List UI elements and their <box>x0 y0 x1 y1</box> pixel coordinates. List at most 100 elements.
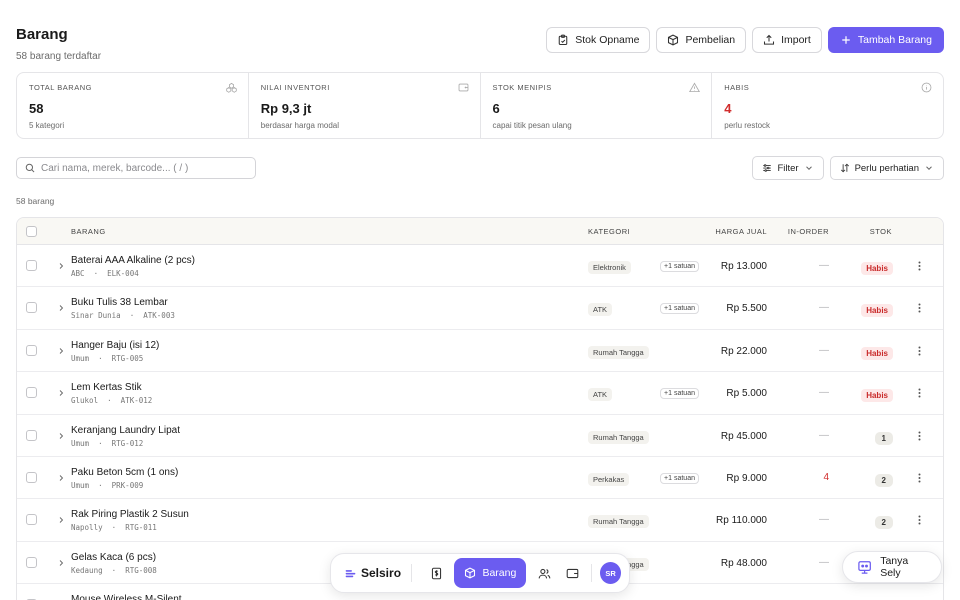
row-checkbox[interactable] <box>26 429 37 441</box>
row-checkbox[interactable] <box>26 556 37 568</box>
import-label: Import <box>781 34 811 46</box>
more-options-icon[interactable] <box>918 473 921 483</box>
more-options-icon[interactable] <box>918 303 921 313</box>
sort-dropdown[interactable]: Perlu perhatian <box>829 156 944 180</box>
stats-panel: TOTAL BARANG 58 5 kategori NILAI INVENTO… <box>16 72 944 139</box>
chat-bot-icon <box>858 561 871 574</box>
table-header: BARANG KATEGORI HARGA JUAL IN-ORDER STOK <box>17 218 943 245</box>
table-row[interactable]: Lem Kertas Stik Glukol · ATK-012 ATK +1 sat… <box>17 372 943 415</box>
more-options-icon[interactable] <box>918 388 921 398</box>
more-options-icon[interactable] <box>918 515 921 525</box>
item-meta: Glukol · ATK-012 <box>71 396 153 406</box>
item-price: Rp 48.000 <box>720 557 767 569</box>
select-all-checkbox[interactable] <box>26 226 37 237</box>
item-price: Rp 110.000 <box>716 515 767 527</box>
row-checkbox[interactable] <box>26 514 37 526</box>
filter-label: Filter <box>777 162 799 174</box>
item-name[interactable]: Gelas Kaca (6 pcs) <box>71 552 156 563</box>
item-in-order: — <box>819 514 829 526</box>
item-price: Rp 5.500 <box>726 303 767 315</box>
chevron-right-icon[interactable] <box>57 304 65 312</box>
page-subtitle: 58 barang terdaftar <box>16 51 102 62</box>
wallet-icon <box>458 83 468 92</box>
item-in-order: — <box>819 302 829 314</box>
tambah-barang-button[interactable]: Tambah Barang <box>827 27 944 53</box>
table-row[interactable]: Keranjang Laundry Lipat Umum · RTG-012 Rum… <box>17 415 943 457</box>
category-badge: ATK <box>588 303 613 317</box>
item-name[interactable]: Mouse Wireless M-Silent <box>71 594 182 600</box>
item-name[interactable]: Baterai AAA Alkaline (2 pcs) <box>71 255 195 266</box>
stok-opname-label: Stok Opname <box>575 34 640 46</box>
import-button[interactable]: Import <box>752 27 822 53</box>
item-name[interactable]: Buku Tulis 38 Lembar <box>71 297 168 308</box>
table-row[interactable]: Buku Tulis 38 Lembar Sinar Dunia · ATK-00… <box>17 287 943 330</box>
table-row[interactable]: Paku Beton 5cm (1 ons) Umum · PRK-009 Perk… <box>17 457 943 500</box>
chevron-down-icon <box>926 166 932 170</box>
alert-triangle-icon <box>689 82 701 93</box>
chevron-right-icon[interactable] <box>57 262 65 270</box>
row-checkbox[interactable] <box>26 260 37 271</box>
chevron-right-icon[interactable] <box>57 516 65 524</box>
header-in-order[interactable]: IN-ORDER <box>788 227 829 236</box>
header-barang[interactable]: BARANG <box>71 227 106 236</box>
stat-sub: perlu restock <box>724 121 771 130</box>
nav-customers[interactable] <box>530 558 558 588</box>
item-in-order: — <box>819 387 829 399</box>
row-checkbox[interactable] <box>26 387 37 399</box>
chevron-right-icon[interactable] <box>57 389 65 397</box>
item-name[interactable]: Keranjang Laundry Lipat <box>71 425 180 436</box>
filter-bar: Filter Perlu perhatian <box>752 156 944 180</box>
category-badge: Elektronik <box>588 261 631 274</box>
item-name[interactable]: Hanger Baju (isi 12) <box>71 340 159 351</box>
item-brand: ABC <box>71 269 85 278</box>
item-sku: RTG-008 <box>125 565 157 575</box>
item-price: Rp 45.000 <box>720 430 767 442</box>
nav-barang[interactable]: Barang <box>454 558 527 588</box>
row-checkbox[interactable] <box>26 302 37 314</box>
table-row[interactable]: Hanger Baju (isi 12) Umum · RTG-005 Rumah … <box>17 330 943 373</box>
item-sku: ATK-003 <box>143 311 175 321</box>
table-row[interactable]: Rak Piring Plastik 2 Susun Napolly · RTG-… <box>17 499 943 542</box>
filter-button[interactable]: Filter <box>752 156 824 180</box>
header-stok[interactable]: STOK <box>870 227 892 236</box>
more-options-icon[interactable] <box>918 346 921 356</box>
avatar[interactable]: SR <box>600 562 622 584</box>
brand-logo[interactable]: Selsiro <box>345 566 401 580</box>
table-row[interactable]: Baterai AAA Alkaline (2 pcs) ABC · ELK-00… <box>17 245 943 288</box>
items-table: BARANG KATEGORI HARGA JUAL IN-ORDER STOK… <box>16 217 944 600</box>
item-name[interactable]: Lem Kertas Stik <box>71 382 142 393</box>
stock-badge: Habis <box>861 304 893 318</box>
nav-cashier[interactable] <box>422 558 450 588</box>
chevron-right-icon[interactable] <box>57 432 65 440</box>
tambah-barang-label: Tambah Barang <box>857 34 932 46</box>
item-name[interactable]: Rak Piring Plastik 2 Susun <box>71 509 189 520</box>
header-harga-jual[interactable]: HARGA JUAL <box>715 227 767 236</box>
assistant-button[interactable]: Tanya Sely <box>842 551 942 583</box>
item-meta: ABC · ELK-004 <box>71 269 139 278</box>
nav-wallet[interactable] <box>559 558 587 588</box>
upload-icon <box>764 34 775 45</box>
stat-label: NILAI INVENTORI <box>260 83 330 92</box>
item-sku: RTG-011 <box>125 523 157 533</box>
search-input[interactable]: Cari nama, merek, barcode... ( / ) <box>16 157 256 179</box>
row-checkbox[interactable] <box>26 471 37 483</box>
search-placeholder: Cari nama, merek, barcode... ( / ) <box>41 162 189 174</box>
package-icon <box>668 34 679 46</box>
row-checkbox[interactable] <box>26 344 37 356</box>
stat-sub: 5 kategori <box>29 121 65 130</box>
nav-barang-label: Barang <box>482 567 517 579</box>
more-options-icon[interactable] <box>918 431 921 441</box>
pembelian-button[interactable]: Pembelian <box>656 27 747 53</box>
chevron-right-icon[interactable] <box>57 474 65 482</box>
chevron-right-icon[interactable] <box>57 347 65 355</box>
unit-badge: +1 satuan <box>660 261 699 272</box>
item-meta: Umum · PRK-009 <box>71 480 144 490</box>
chevron-right-icon[interactable] <box>57 559 65 567</box>
stok-opname-button[interactable]: Stok Opname <box>546 27 651 53</box>
header-kategori[interactable]: KATEGORI <box>588 227 630 236</box>
item-meta: Umum · RTG-012 <box>71 438 144 448</box>
stat-nilai-inventori: NILAI INVENTORI Rp 9,3 jt berdasar harga… <box>249 73 481 138</box>
assistant-label: Tanya Sely <box>880 555 909 579</box>
more-options-icon[interactable] <box>918 261 921 271</box>
item-name[interactable]: Paku Beton 5cm (1 ons) <box>71 467 178 478</box>
